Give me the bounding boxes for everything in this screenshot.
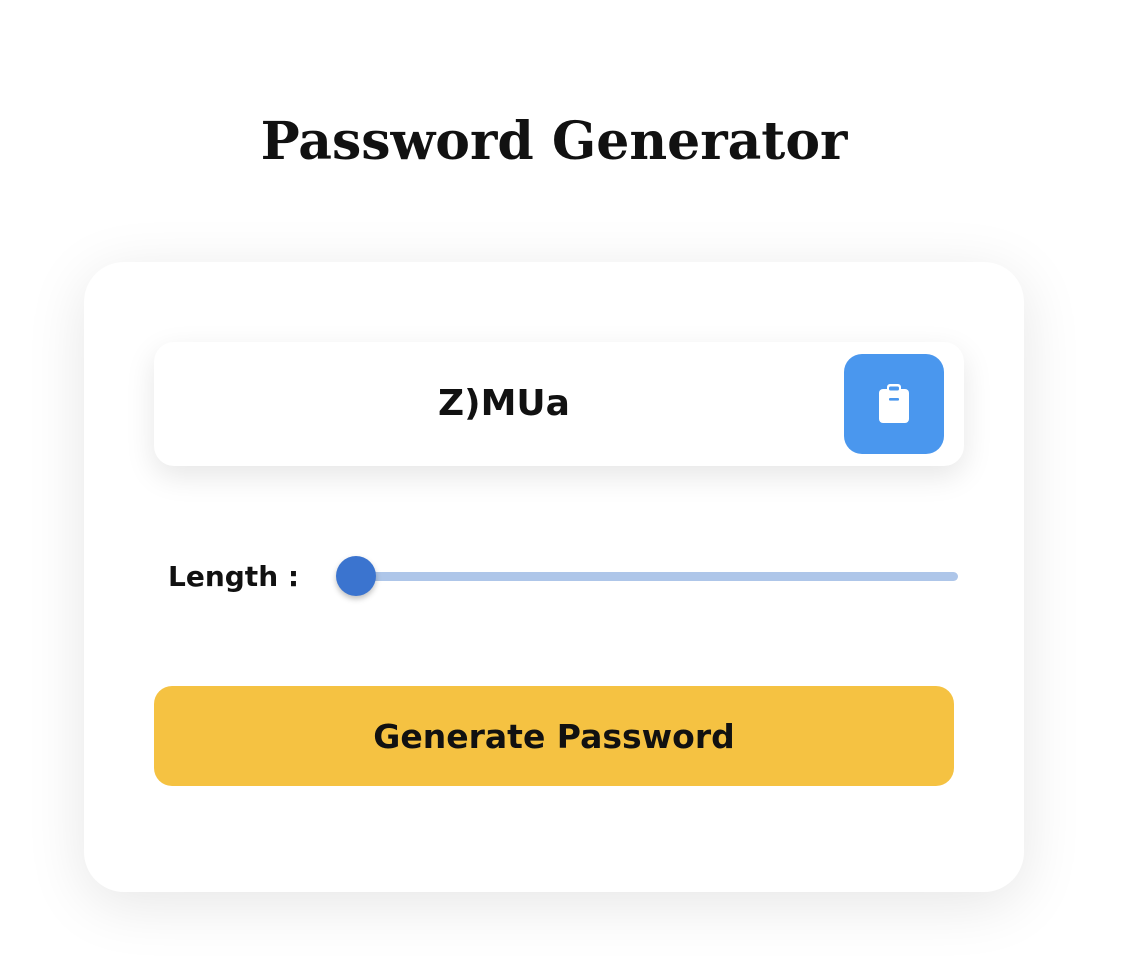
page-title: Password Generator bbox=[260, 111, 848, 172]
length-label: Length : bbox=[168, 560, 300, 593]
password-display: Z)MUa bbox=[154, 342, 964, 466]
password-output: Z)MUa bbox=[438, 383, 570, 424]
copy-button[interactable] bbox=[844, 354, 944, 454]
generator-card: Z)MUa Length : Generate Password bbox=[84, 262, 1024, 892]
length-slider[interactable] bbox=[336, 556, 958, 596]
generate-password-button[interactable]: Generate Password bbox=[154, 686, 954, 786]
length-row: Length : bbox=[168, 552, 958, 602]
clipboard-icon bbox=[877, 383, 911, 425]
length-slider-thumb[interactable] bbox=[336, 556, 376, 596]
